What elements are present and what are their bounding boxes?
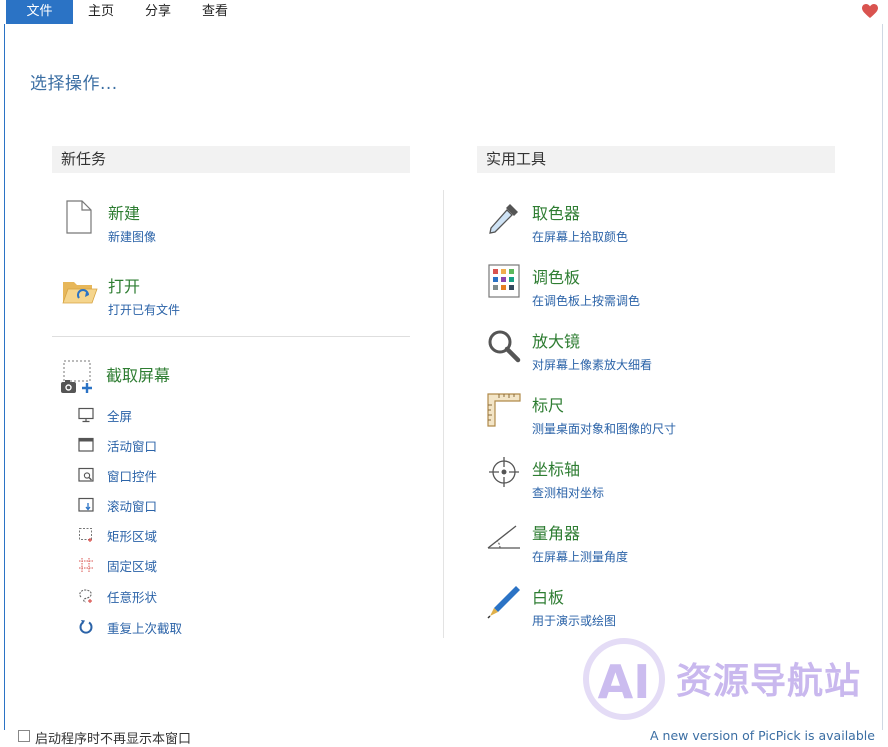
repeat-icon: [79, 620, 93, 634]
watermark-logo-text: AI: [598, 655, 651, 709]
whiteboard-subtitle: 用于演示或绘图: [532, 614, 617, 628]
hide-on-startup-checkbox[interactable]: [18, 730, 30, 742]
monitor-icon: [78, 407, 94, 423]
update-notice-link[interactable]: A new version of PicPick is available: [650, 728, 875, 743]
crosshair-title: 坐标轴: [532, 460, 581, 479]
capture-option-label: 重复上次截取: [107, 621, 183, 636]
freehand-shape-icon: [79, 589, 92, 603]
protractor-item[interactable]: 量角器 在屏幕上测量角度: [486, 520, 826, 570]
heart-icon[interactable]: [862, 4, 878, 19]
capture-option-label: 固定区域: [107, 559, 158, 574]
color-picker-subtitle: 在屏幕上拾取颜色: [532, 230, 629, 244]
hide-on-startup-label[interactable]: 启动程序时不再显示本窗口: [35, 728, 191, 747]
magnifier-title: 放大镜: [532, 332, 581, 351]
open-file-title: 打开: [108, 277, 141, 296]
capture-option-label: 窗口控件: [107, 469, 158, 484]
window-frame-right: [882, 24, 883, 730]
screen-capture-item[interactable]: 截取屏幕: [60, 360, 400, 396]
magnifier-item[interactable]: 放大镜 对屏幕上像素放大细看: [486, 328, 826, 378]
ruler-icon: [487, 393, 521, 427]
capture-option-label: 任意形状: [107, 590, 158, 605]
watermark-text: 资源导航站: [676, 661, 862, 702]
window-icon: [78, 437, 94, 452]
pen-icon: [487, 586, 520, 619]
tab-share[interactable]: 分享: [137, 0, 179, 24]
tab-file[interactable]: 文件: [6, 0, 73, 24]
screen-capture-title: 截取屏幕: [106, 366, 171, 385]
color-picker-item[interactable]: 取色器 在屏幕上拾取颜色: [486, 200, 826, 250]
magnifier-subtitle: 对屏幕上像素放大细看: [532, 358, 653, 372]
protractor-subtitle: 在屏幕上测量角度: [532, 550, 629, 564]
open-file-subtitle: 打开已有文件: [108, 303, 181, 317]
screen-capture-icon: [61, 360, 92, 393]
tab-home[interactable]: 主页: [80, 0, 122, 24]
column-divider: [443, 190, 444, 638]
crosshair-icon: [489, 457, 519, 487]
watermark-logo-icon: AI: [583, 638, 665, 720]
capture-option-label: 全屏: [107, 409, 133, 424]
ruler-subtitle: 测量桌面对象和图像的尺寸: [532, 422, 677, 436]
section-header-new-task: 新任务: [52, 146, 410, 173]
protractor-icon: [487, 525, 520, 549]
capture-option-label: 活动窗口: [107, 439, 158, 454]
window-control-icon: [78, 467, 94, 482]
ruler-title: 标尺: [532, 396, 565, 415]
capture-option-label: 滚动窗口: [107, 499, 158, 514]
eyedropper-icon: [489, 204, 518, 234]
capture-option-label: 矩形区域: [107, 529, 158, 544]
whiteboard-item[interactable]: 白板 用于演示或绘图: [486, 584, 826, 634]
new-image-item[interactable]: 新建 新建图像: [62, 200, 402, 250]
tab-view[interactable]: 查看: [194, 0, 236, 24]
ruler-item[interactable]: 标尺 测量桌面对象和图像的尺寸: [486, 392, 826, 442]
section-header-utilities: 实用工具: [477, 146, 835, 173]
scroll-window-icon: [78, 497, 94, 512]
window-frame-left: [4, 24, 5, 730]
color-palette-subtitle: 在调色板上按需调色: [532, 294, 641, 308]
section-divider: [52, 336, 410, 337]
crosshair-item[interactable]: 坐标轴 查测相对坐标: [486, 456, 826, 506]
prompt-heading: 选择操作...: [30, 74, 118, 94]
palette-icon: [488, 264, 520, 298]
blank-document-icon: [66, 200, 92, 234]
color-palette-item[interactable]: 调色板 在调色板上按需调色: [486, 264, 826, 314]
open-file-item[interactable]: 打开 打开已有文件: [62, 273, 402, 323]
magnifier-icon: [488, 330, 521, 363]
ribbon-bar: 文件 主页 分享 查看: [0, 0, 888, 24]
open-folder-icon: [62, 282, 98, 304]
new-image-title: 新建: [108, 204, 141, 223]
protractor-title: 量角器: [532, 524, 581, 543]
fixed-region-icon: [79, 558, 93, 572]
new-image-subtitle: 新建图像: [108, 230, 157, 244]
color-picker-title: 取色器: [532, 204, 581, 223]
crosshair-subtitle: 查测相对坐标: [532, 486, 605, 500]
whiteboard-title: 白板: [532, 588, 565, 607]
watermark: AI 资源导航站: [578, 632, 878, 732]
rectangle-region-icon: [79, 528, 92, 542]
color-palette-title: 调色板: [532, 268, 581, 287]
